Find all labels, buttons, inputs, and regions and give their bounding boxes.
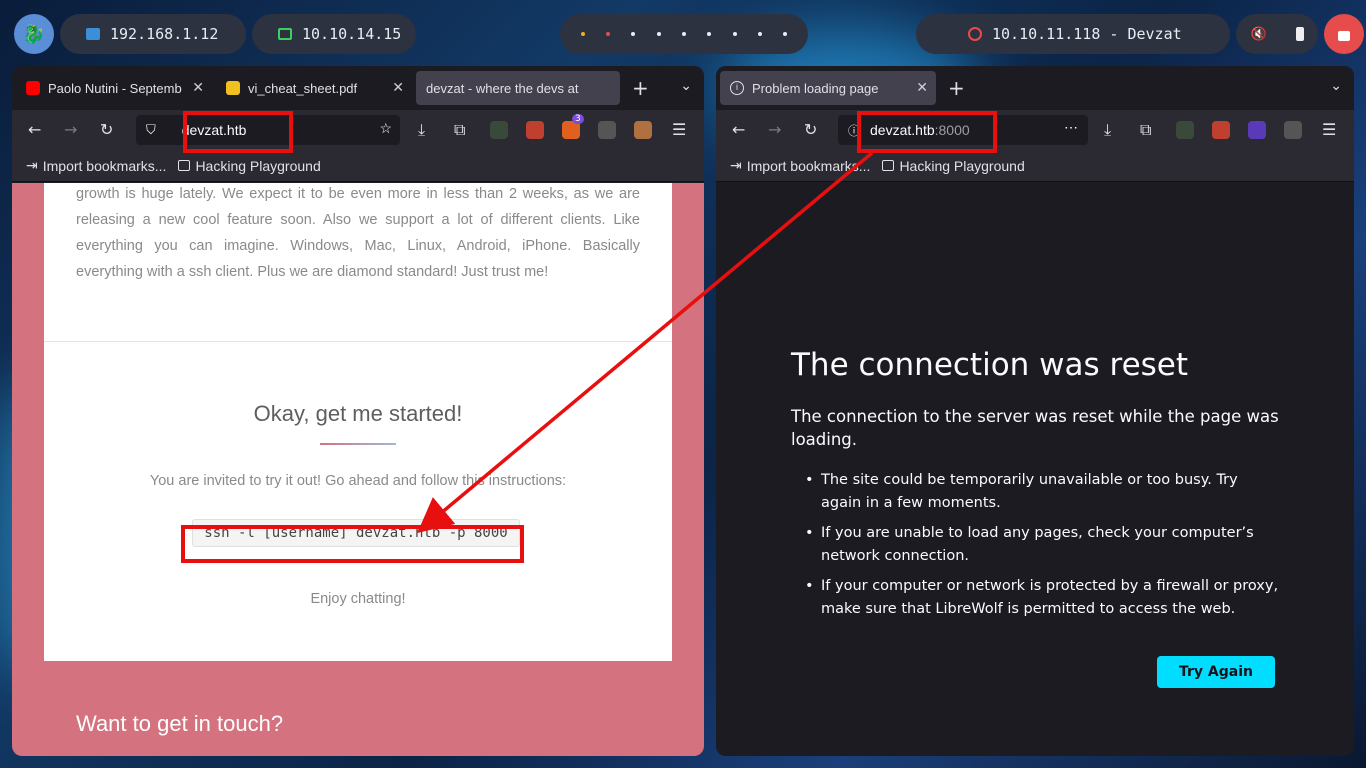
annotation-arrow (417, 151, 874, 533)
arrow-line (417, 151, 874, 533)
